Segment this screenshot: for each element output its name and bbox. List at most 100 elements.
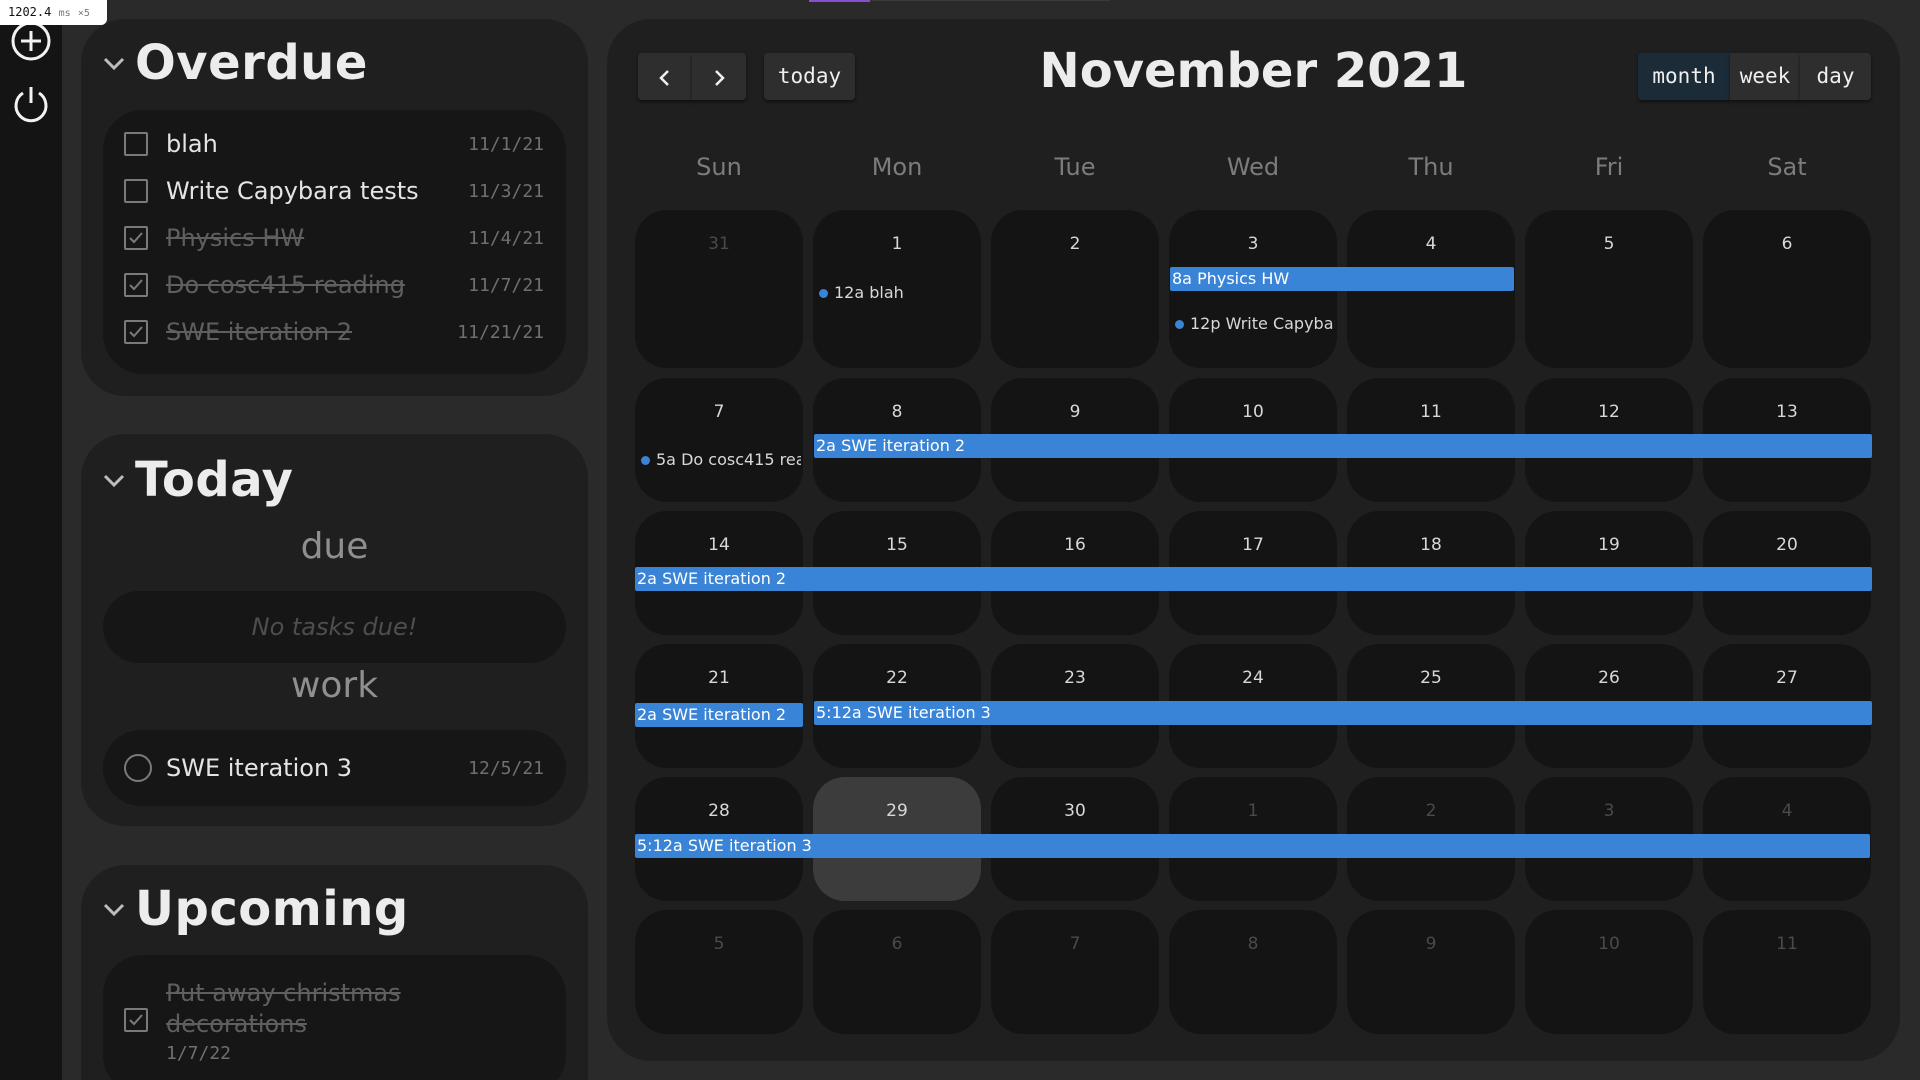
day-number: 17: [1242, 535, 1264, 555]
month-view-button[interactable]: month: [1638, 53, 1730, 100]
day-cell[interactable]: 7: [635, 378, 803, 502]
day-cell[interactable]: 6: [813, 910, 981, 1034]
left-rail: [0, 0, 62, 1080]
week-view-button[interactable]: week: [1730, 53, 1800, 100]
day-cell[interactable]: 5: [635, 910, 803, 1034]
day-number: 8: [1247, 934, 1259, 954]
event-time: 12a: [834, 283, 865, 302]
event-title: Do cosc415 reading: [681, 450, 801, 469]
day-cell[interactable]: 8: [1169, 910, 1337, 1034]
no-tasks-box: No tasks due!: [103, 591, 566, 663]
task-name-line2: decorations: [166, 1010, 307, 1038]
event-time: 2a: [816, 436, 836, 455]
event-dot: [819, 288, 828, 298]
upcoming-list: Put away christmas decorations 1/7/22: [103, 955, 566, 1080]
weekday-header: Sun: [696, 153, 742, 181]
day-cell[interactable]: 7: [991, 910, 1159, 1034]
day-number: 16: [1064, 535, 1086, 555]
day-number: 3: [1603, 801, 1615, 821]
upcoming-panel: Upcoming Put away christmas decorations …: [81, 865, 588, 1080]
day-number: 11: [1420, 402, 1442, 422]
day-cell[interactable]: 10: [1525, 910, 1693, 1034]
day-number: 15: [886, 535, 908, 555]
check-icon: [129, 279, 143, 291]
overdue-list: blah 11/1/21 Write Capybara tests 11/3/2…: [103, 110, 566, 374]
day-number: 14: [708, 535, 730, 555]
calendar-event[interactable]: 12p Write Capybara tests: [1169, 312, 1335, 336]
task-name: Physics HW: [166, 224, 305, 252]
today-header[interactable]: Today: [99, 452, 293, 508]
task-date: 1/7/22: [166, 1043, 232, 1064]
plus-circle-icon: [11, 21, 51, 61]
day-cell[interactable]: 5: [1525, 210, 1693, 368]
event-title: Write Capybara tests: [1225, 314, 1335, 333]
day-number: 13: [1776, 402, 1798, 422]
day-cell[interactable]: 11: [1703, 910, 1871, 1034]
task-checkbox[interactable]: [124, 132, 148, 156]
task-radio[interactable]: [124, 754, 152, 782]
day-number: 6: [891, 934, 903, 954]
calendar-event[interactable]: 5a Do cosc415 reading: [635, 448, 801, 472]
perf-multiplier: ×5: [77, 8, 90, 19]
calendar: today November 2021 month week day Sun M…: [607, 19, 1900, 1061]
weekday-header: Tue: [1054, 153, 1096, 181]
task-checkbox-checked[interactable]: [124, 1008, 148, 1032]
calendar-event[interactable]: 12a blah: [813, 281, 979, 305]
work-list: SWE iteration 3 12/5/21: [103, 730, 566, 806]
work-subheading: work: [290, 665, 379, 706]
calendar-event-bar[interactable]: 5:12a SWE iteration 3: [814, 701, 1872, 725]
day-cell[interactable]: 31: [635, 210, 803, 368]
task-row: SWE iteration 3 12/5/21: [103, 745, 566, 791]
task-checkbox-checked[interactable]: [124, 273, 148, 297]
event-title: SWE iteration 2: [662, 569, 787, 588]
task-checkbox-checked[interactable]: [124, 226, 148, 250]
event-dot: [641, 455, 650, 465]
day-number: 3: [1247, 234, 1259, 254]
calendar-event-bar[interactable]: 8a Physics HW: [1170, 267, 1514, 291]
event-time: 5:12a: [637, 836, 683, 855]
event-time: 5:12a: [816, 703, 862, 722]
task-name: blah: [166, 130, 218, 158]
event-time: 8a: [1172, 269, 1192, 288]
chevron-down-icon: [103, 474, 125, 488]
task-date: 11/7/21: [468, 274, 544, 296]
logout-button[interactable]: [10, 82, 52, 124]
calendar-event-bar[interactable]: 2a SWE iteration 2: [635, 703, 803, 727]
weekday-header: Wed: [1226, 153, 1280, 181]
day-number: 24: [1242, 668, 1264, 688]
event-dot: [1175, 319, 1184, 329]
day-number: 25: [1420, 668, 1442, 688]
day-number: 28: [708, 801, 730, 821]
day-number: 29: [886, 801, 908, 821]
weekday-header: Fri: [1594, 153, 1624, 181]
power-icon: [14, 87, 48, 123]
overdue-header[interactable]: Overdue: [99, 35, 368, 91]
due-subheading: due: [300, 526, 369, 567]
task-checkbox-checked[interactable]: [124, 320, 148, 344]
day-number: 7: [713, 402, 725, 422]
weekday-header: Sat: [1767, 153, 1807, 181]
chevron-down-icon: [103, 903, 125, 917]
day-number: 26: [1598, 668, 1620, 688]
task-date: 11/1/21: [468, 133, 544, 155]
task-date: 11/3/21: [468, 180, 544, 202]
task-name: Write Capybara tests: [166, 177, 419, 205]
calendar-event-bar[interactable]: 2a SWE iteration 2: [814, 434, 1872, 458]
day-view-button[interactable]: day: [1800, 53, 1871, 100]
day-cell[interactable]: 9: [1347, 910, 1515, 1034]
calendar-event-bar[interactable]: 5:12a SWE iteration 3: [635, 834, 1870, 858]
day-number: 5: [1603, 234, 1615, 254]
day-number: 1: [891, 234, 903, 254]
day-cell[interactable]: 2: [991, 210, 1159, 368]
no-tasks-message: No tasks due!: [251, 613, 418, 641]
day-cell[interactable]: 6: [1703, 210, 1871, 368]
day-number: 31: [708, 234, 730, 254]
task-checkbox[interactable]: [124, 179, 148, 203]
task-name-line1: Put away christmas: [166, 979, 401, 1007]
event-title: blah: [869, 283, 904, 302]
event-time: 2a: [637, 569, 657, 588]
task-name: SWE iteration 3: [166, 754, 353, 782]
upcoming-header[interactable]: Upcoming: [99, 881, 409, 937]
calendar-event-bar[interactable]: 2a SWE iteration 2: [635, 567, 1872, 591]
add-task-button[interactable]: [10, 20, 52, 62]
